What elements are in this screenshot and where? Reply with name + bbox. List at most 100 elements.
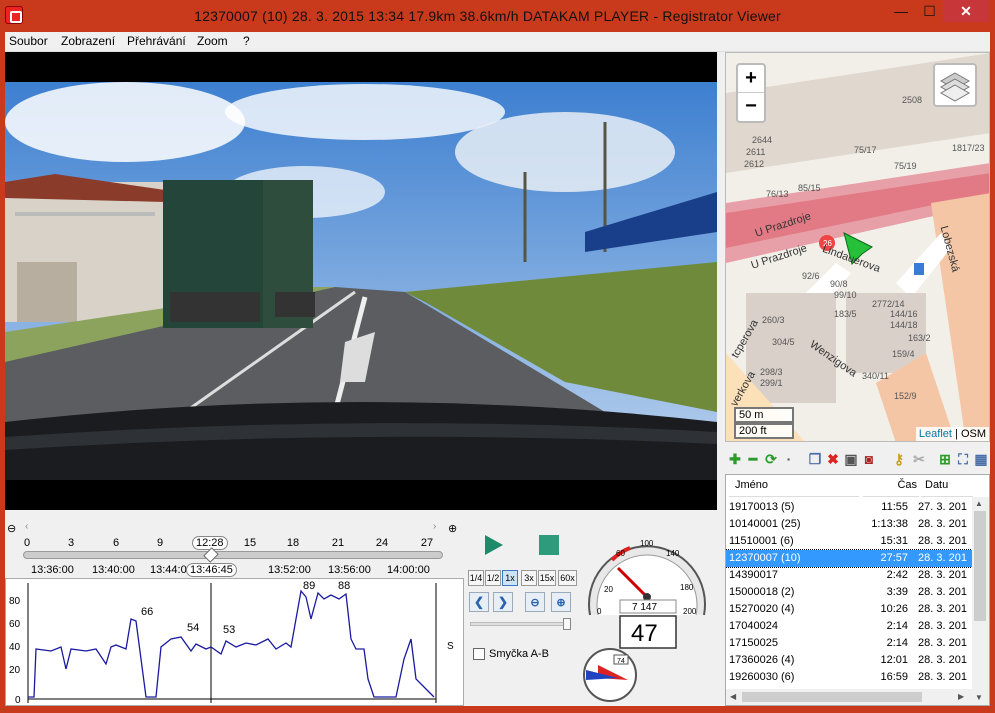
cell-date: 28. 3. 201: [918, 620, 967, 632]
volume-slider[interactable]: [470, 622, 570, 626]
map-view[interactable]: 26 U Prazdroje U Prazdroje Lindauerova W…: [725, 52, 990, 442]
speed-15x[interactable]: 15x: [538, 570, 556, 586]
menu-zoom[interactable]: Zoom: [197, 34, 228, 48]
next-frame-button[interactable]: ❯: [493, 592, 513, 612]
table-row[interactable]: 17150025 2:14 28. 3. 201: [726, 635, 972, 652]
speed-60x[interactable]: 60x: [558, 570, 577, 586]
tools-icon[interactable]: ✂: [911, 451, 927, 467]
minimize-button[interactable]: —: [886, 0, 916, 22]
cell-name: 19260030 (6): [729, 671, 795, 683]
cell-date: 28. 3. 201: [918, 569, 967, 581]
map-zoom-out-button[interactable]: −: [738, 93, 764, 121]
chart-label: 54: [187, 622, 199, 634]
timeline[interactable]: ⊖ ‹ › ⊕ 0 3 6 9 12:28 15 18 21 24 27 13:…: [5, 520, 464, 578]
cell-name: 10140001 (25): [729, 518, 801, 530]
table-row[interactable]: 17360026 (4) 12:01 28. 3. 201: [726, 652, 972, 669]
add-icon[interactable]: ✚: [727, 451, 743, 467]
refresh-icon[interactable]: ⟳: [763, 451, 779, 467]
house-number: 90/8: [830, 279, 848, 289]
stop-button[interactable]: [536, 532, 562, 558]
zoom-out-icon[interactable]: ⊖: [7, 522, 16, 535]
zoom-in-button[interactable]: ⊕: [551, 592, 571, 612]
house-number: 144/18: [890, 320, 918, 330]
delete-icon[interactable]: ✖: [825, 451, 841, 467]
menu-soubor[interactable]: Soubor: [9, 34, 48, 48]
zoom-out-button[interactable]: ⊖: [525, 592, 545, 612]
cell-time: 10:26: [880, 603, 908, 615]
map-layers-button[interactable]: [933, 63, 977, 107]
y-tick: 0: [15, 695, 21, 705]
remove-icon[interactable]: ━: [745, 451, 761, 467]
scroll-right-icon[interactable]: ›: [433, 521, 436, 532]
clock-tick: 13:52:00: [268, 564, 311, 576]
cell-time: 2:42: [886, 569, 908, 581]
table-row[interactable]: 11510001 (6) 15:31 28. 3. 201: [726, 533, 972, 550]
house-number: 2508: [902, 95, 923, 105]
column-header-date[interactable]: Datu: [921, 475, 973, 497]
menu-zobrazeni[interactable]: Zobrazení: [61, 34, 115, 48]
scroll-left-arrow-icon[interactable]: ◀: [730, 692, 736, 701]
vertical-scrollbar[interactable]: ▲ ▼: [972, 497, 989, 705]
add-window-icon[interactable]: ⊞: [937, 451, 953, 467]
scroll-down-icon[interactable]: ▼: [975, 693, 983, 702]
key-icon[interactable]: ⚷: [891, 451, 907, 467]
clock-tick: 13:56:00: [328, 564, 371, 576]
table-row[interactable]: 10140001 (25) 1:13:38 28. 3. 201: [726, 516, 972, 533]
hscrollbar-thumb[interactable]: [742, 692, 922, 702]
column-header-time[interactable]: Čas: [863, 475, 919, 497]
zoom-in-icon[interactable]: ⊕: [448, 522, 457, 535]
gauge-scale-label: 200: [683, 607, 697, 616]
table-row-selected[interactable]: 12370007 (10) 27:57 28. 3. 201: [726, 549, 973, 568]
house-number: 260/3: [762, 315, 785, 325]
gauge-scale-label: 180: [680, 583, 694, 592]
maximize-button[interactable]: ☐: [916, 0, 943, 22]
column-header-name[interactable]: Jméno: [729, 475, 859, 497]
menu-help[interactable]: ?: [243, 34, 250, 48]
speed-chart[interactable]: 80 60 40 20 0 S 66 54 53 89 88: [5, 578, 464, 706]
prev-frame-button[interactable]: ❮: [469, 592, 489, 612]
speed-half[interactable]: 1/2: [485, 570, 501, 586]
y-tick: 40: [9, 642, 21, 653]
checkbox-box[interactable]: [473, 648, 485, 660]
house-number: 298/3: [760, 367, 783, 377]
speed-readout: 47: [631, 620, 658, 647]
loop-ab-checkbox[interactable]: Smyčka A-B: [473, 648, 549, 660]
map-zoom-in-button[interactable]: +: [738, 65, 764, 93]
camera-icon[interactable]: ◙: [861, 451, 877, 467]
timeline-tick: 24: [375, 537, 389, 549]
scrollbar-thumb[interactable]: [974, 511, 986, 621]
table-row[interactable]: 15000018 (2) 3:39 28. 3. 201: [726, 584, 972, 601]
y-tick: 60: [9, 619, 21, 630]
file-table: Jméno Čas Datu 19170013 (5) 11:55 27. 3. 2…: [725, 474, 990, 706]
timeline-tick: 27: [420, 537, 434, 549]
leaflet-link[interactable]: Leaflet: [919, 428, 952, 440]
volume-thumb[interactable]: [563, 618, 571, 630]
table-row[interactable]: 19170013 (5) 11:55 27. 3. 201: [726, 499, 972, 516]
timeline-track[interactable]: [23, 551, 443, 559]
window-title: 12370007 (10) 28. 3. 2015 13:34 17.9km 3…: [194, 8, 781, 24]
table-row[interactable]: 15270020 (4) 10:26 28. 3. 201: [726, 601, 972, 618]
chart-label: 66: [141, 606, 153, 618]
fit-icon[interactable]: ⛶: [955, 451, 971, 467]
speed-quarter[interactable]: 1/4: [468, 570, 484, 586]
speed-1x[interactable]: 1x: [502, 570, 518, 586]
save-icon[interactable]: ▣: [843, 451, 859, 467]
cell-time: 1:13:38: [871, 518, 908, 530]
file-toolbar: ✚ ━ ⟳ · ❐ ✖ ▣ ◙ ⚷ ✂ ⊞ ⛶ ▦: [725, 448, 990, 472]
speed-3x[interactable]: 3x: [521, 570, 537, 586]
scroll-left-icon[interactable]: ‹: [25, 521, 28, 532]
menu-prehravani[interactable]: Přehrávání: [127, 34, 186, 48]
cell-date: 28. 3. 201: [918, 637, 967, 649]
horizontal-scrollbar[interactable]: ◀ ▶: [726, 689, 972, 705]
copy-icon[interactable]: ❐: [807, 451, 823, 467]
close-button[interactable]: ✕: [943, 0, 989, 22]
video-player[interactable]: [5, 52, 717, 510]
scroll-right-arrow-icon[interactable]: ▶: [958, 692, 964, 701]
play-button[interactable]: [480, 532, 506, 558]
table-row[interactable]: 14390017 2:42 28. 3. 201: [726, 567, 972, 584]
table-row[interactable]: 19260030 (6) 16:59 28. 3. 201: [726, 669, 972, 686]
grid-icon[interactable]: ▦: [973, 451, 989, 467]
scroll-up-icon[interactable]: ▲: [975, 499, 983, 508]
cell-time: 16:59: [880, 671, 908, 683]
table-row[interactable]: 17040024 2:14 28. 3. 201: [726, 618, 972, 635]
